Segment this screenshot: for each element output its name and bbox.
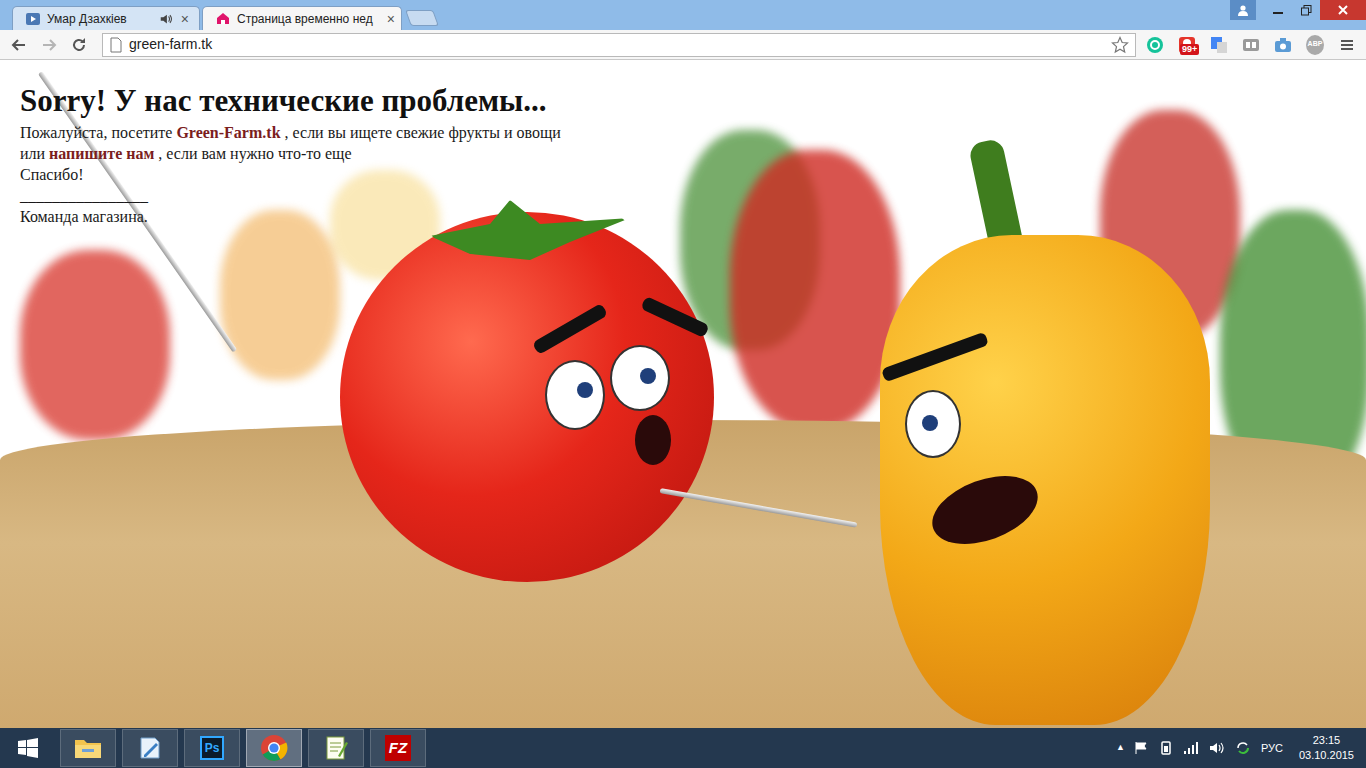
- notice-line: Команда магазина.: [20, 206, 1366, 227]
- reader-icon: [1242, 36, 1260, 54]
- browser-toolbar: green-farm.tk 99+ ABP: [0, 30, 1366, 60]
- filezilla-icon: FZ: [385, 735, 411, 761]
- clock-date: 03.10.2015: [1299, 748, 1354, 763]
- tab-close-button[interactable]: ×: [385, 12, 397, 26]
- address-bar[interactable]: green-farm.tk: [102, 33, 1136, 57]
- tomato-pupil: [640, 368, 656, 384]
- notice-heading: Sorry! У нас технические проблемы...: [20, 82, 1366, 120]
- desktop: Умар Дзахкіев × Страница временно нед × gree…: [0, 0, 1366, 768]
- menu-icon: [1339, 37, 1355, 53]
- taskbar-app[interactable]: Ps: [184, 729, 240, 767]
- site-favicon-icon: [215, 11, 231, 27]
- blurred-pepper: [220, 210, 340, 380]
- tab-strip: Умар Дзахкіев × Страница временно нед ×: [0, 0, 436, 30]
- adblock-icon: ABP: [1306, 35, 1324, 55]
- notice-line: Спасибо!: [20, 164, 1366, 185]
- explorer-icon: [74, 736, 102, 760]
- taskbar-app[interactable]: [122, 729, 178, 767]
- device-icon[interactable]: [1159, 741, 1173, 755]
- address-text[interactable]: green-farm.tk: [129, 34, 1105, 55]
- tab-label: Страница временно нед: [237, 10, 373, 28]
- extensions: 99+ ABP: [1146, 36, 1360, 54]
- tomato-pupil: [577, 382, 593, 398]
- taskbar: Ps FZ ▲ РУС 23:1503.10.2015: [0, 728, 1366, 768]
- taskbar-apps: Ps FZ: [56, 729, 426, 767]
- extension-button[interactable]: [1274, 36, 1292, 54]
- start-button[interactable]: [0, 728, 56, 768]
- taskbar-app[interactable]: [60, 729, 116, 767]
- extension-button[interactable]: [1146, 36, 1164, 54]
- show-hidden-icons-button[interactable]: ▲: [1116, 741, 1125, 755]
- signal-icon[interactable]: [1183, 741, 1199, 755]
- greencircle-icon: [1146, 36, 1164, 54]
- forward-button[interactable]: [36, 33, 62, 57]
- reload-icon: [71, 37, 87, 53]
- back-icon: [11, 37, 27, 53]
- pepper-pupil: [922, 415, 938, 431]
- minimize-button[interactable]: [1264, 0, 1292, 20]
- back-button[interactable]: [6, 33, 32, 57]
- notice-line: Пожалуйста, посетите Green-Farm.tk , есл…: [20, 122, 1366, 143]
- sync-icon[interactable]: [1235, 741, 1251, 755]
- minimize-icon: [1273, 5, 1283, 15]
- web-page: Sorry! У нас технические проблемы...Пожа…: [0, 60, 1366, 728]
- maintenance-notice: Sorry! У нас технические проблемы...Пожа…: [0, 60, 1366, 227]
- volume-icon[interactable]: [1209, 741, 1225, 755]
- flag-icon[interactable]: [1135, 741, 1149, 755]
- tomato-mouth: [635, 415, 671, 465]
- forward-icon: [41, 37, 57, 53]
- extension-button[interactable]: [1210, 36, 1228, 54]
- translate-icon: [1210, 36, 1228, 54]
- user-button[interactable]: [1230, 0, 1256, 20]
- clock-time: 23:15: [1313, 733, 1341, 748]
- window-controls: [1230, 0, 1366, 30]
- tab-label: Умар Дзахкіев: [47, 10, 153, 28]
- browser-tab[interactable]: Страница временно нед ×: [202, 6, 402, 30]
- notes-icon: [137, 735, 163, 761]
- extension-button[interactable]: ABP: [1306, 36, 1324, 54]
- pepper: [880, 235, 1210, 725]
- notice-line: или напишите нам , если вам нужно что-то…: [20, 143, 1366, 164]
- page-icon: [109, 37, 123, 53]
- restore-icon: [1301, 5, 1312, 16]
- speaker-icon[interactable]: [159, 12, 173, 26]
- taskbar-app[interactable]: [308, 729, 364, 767]
- clock[interactable]: 23:1503.10.2015: [1299, 733, 1354, 763]
- camera-icon: [1274, 36, 1292, 54]
- photoshop-icon: Ps: [200, 736, 224, 760]
- blurred-pepper: [20, 250, 170, 440]
- video-favicon-icon: [25, 11, 41, 27]
- reload-button[interactable]: [66, 33, 92, 57]
- language-indicator[interactable]: РУС: [1261, 740, 1283, 757]
- title-bar: Умар Дзахкіев × Страница временно нед ×: [0, 0, 1366, 30]
- system-tray: ▲ РУС 23:1503.10.2015: [1116, 733, 1366, 763]
- extension-button[interactable]: 99+: [1178, 36, 1196, 54]
- taskbar-app[interactable]: FZ: [370, 729, 426, 767]
- notepad-icon: [323, 734, 349, 762]
- tab-close-button[interactable]: ×: [179, 12, 191, 26]
- notice-link[interactable]: Green-Farm.tk: [176, 124, 280, 141]
- user-icon: [1237, 4, 1249, 16]
- close-icon: [1338, 5, 1348, 15]
- extension-button[interactable]: [1242, 36, 1260, 54]
- notice-link[interactable]: напишите нам: [49, 145, 154, 162]
- browser-tab[interactable]: Умар Дзахкіев ×: [12, 6, 200, 30]
- notification-badge: 99+: [1180, 44, 1199, 55]
- bookmark-star-icon[interactable]: [1111, 36, 1129, 54]
- taskbar-app[interactable]: [246, 729, 302, 767]
- chrome-icon: [260, 734, 288, 762]
- windows-icon: [18, 738, 38, 758]
- restore-button[interactable]: [1292, 0, 1320, 20]
- tomato-eye: [545, 360, 605, 430]
- close-button[interactable]: [1320, 0, 1366, 20]
- notice-line: ________________: [20, 185, 1366, 206]
- menu-button[interactable]: [1338, 36, 1356, 54]
- blurred-pepper: [730, 150, 900, 430]
- new-tab-button[interactable]: [405, 10, 439, 26]
